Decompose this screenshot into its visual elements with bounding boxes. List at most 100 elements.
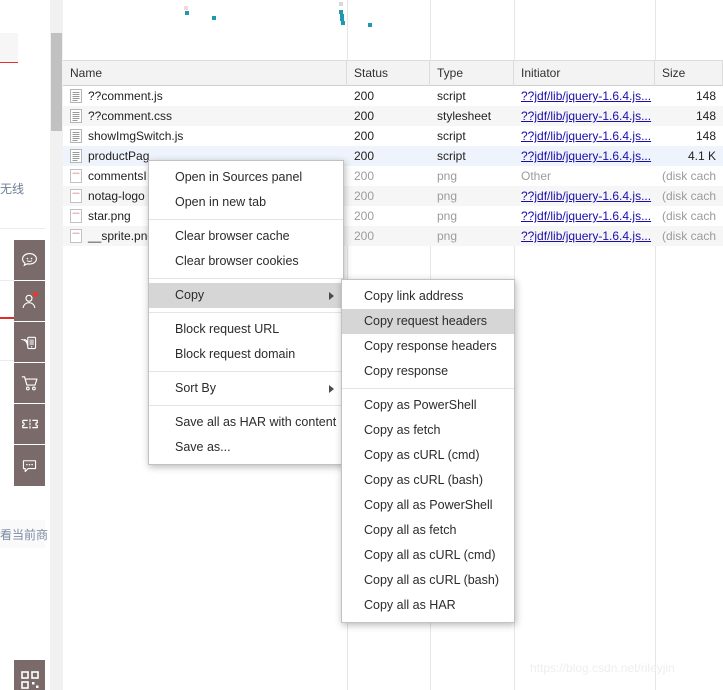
js-file-icon [70,149,82,163]
initiator-link[interactable]: ??jdf/lib/jquery-1.6.4.js... [521,129,651,143]
copy-submenu-item-copy-all-as-powershell[interactable]: Copy all as PowerShell [342,493,514,518]
context-menu-item-block-request-url[interactable]: Block request URL [149,317,343,342]
overview-column-separator [430,0,431,60]
request-name: productPag [88,149,150,163]
cell-size: (disk cach [661,189,716,203]
copy-submenu-item-copy-as-powershell[interactable]: Copy as PowerShell [342,393,514,418]
smiley-chat-icon [20,251,39,270]
overview-column-separator [655,0,656,60]
floating-side-rail[interactable] [14,240,45,486]
cell-type: script [437,149,466,163]
context-menu-item-open-in-new-tab[interactable]: Open in new tab [149,190,343,215]
context-menu-item-block-request-domain[interactable]: Block request domain [149,342,343,367]
menu-item-label: Open in new tab [175,195,267,209]
copy-submenu-item-copy-response[interactable]: Copy response [342,359,514,384]
image-file-icon [70,169,82,183]
notification-badge [33,292,38,297]
copy-submenu-item-copy-all-as-curl-cmd[interactable]: Copy all as cURL (cmd) [342,543,514,568]
devtools-scrollbar-thumb[interactable] [51,33,62,131]
context-menu-item-open-in-sources-panel[interactable]: Open in Sources panel [149,165,343,190]
column-header-name[interactable]: Name [63,61,347,86]
menu-item-label: Copy all as fetch [364,523,457,537]
context-menu-item-clear-browser-cookies[interactable]: Clear browser cookies [149,249,343,274]
initiator-link[interactable]: ??jdf/lib/jquery-1.6.4.js... [521,189,651,203]
context-menu-separator [149,219,343,220]
cell-size: 4.1 K [687,149,716,163]
cell-status: 200 [354,169,375,183]
cell-initiator[interactable]: ??jdf/lib/jquery-1.6.4.js... [514,226,655,246]
shopping-cart-icon [20,373,40,393]
table-row[interactable]: showImgSwitch.js 200 script ??jdf/lib/jquer… [63,126,723,146]
cell-initiator[interactable]: ??jdf/lib/jquery-1.6.4.js... [514,126,655,146]
copy-submenu-item-copy-all-as-har[interactable]: Copy all as HAR [342,593,514,618]
column-header-initiator[interactable]: Initiator [514,61,655,86]
request-name: ??comment.js [88,89,163,103]
context-menu-item-save-all-as-har-with-content[interactable]: Save all as HAR with content [149,410,343,435]
copy-submenu-item-copy-as-curl-cmd[interactable]: Copy as cURL (cmd) [342,443,514,468]
initiator-text: Other [521,169,552,183]
copy-submenu-item-copy-response-headers[interactable]: Copy response headers [342,334,514,359]
cell-initiator[interactable]: ??jdf/lib/jquery-1.6.4.js... [514,146,655,166]
table-row[interactable]: ??comment.css 200 stylesheet ??jdf/lib/jque… [63,106,723,126]
context-menu-item-sort-by[interactable]: Sort By [149,376,343,401]
menu-item-label: Sort By [175,381,216,395]
cell-initiator[interactable]: ??jdf/lib/jquery-1.6.4.js... [514,106,655,126]
overview-marker [185,11,189,15]
cell-status: 200 [354,129,375,143]
initiator-link[interactable]: ??jdf/lib/jquery-1.6.4.js... [521,209,651,223]
overview-marker [184,6,188,10]
initiator-link[interactable]: ??jdf/lib/jquery-1.6.4.js... [521,89,651,103]
menu-item-label: Copy [175,288,205,302]
cell-name[interactable]: ??comment.js [63,86,347,106]
context-menu-item-clear-browser-cache[interactable]: Clear browser cache [149,224,343,249]
cell-initiator[interactable]: Other [514,166,655,186]
cell-name[interactable]: showImgSwitch.js [63,126,347,146]
cell-status: 200 [354,209,375,223]
copy-submenu-item-copy-link-address[interactable]: Copy link address [342,284,514,309]
column-header-size[interactable]: Size [655,61,723,86]
rail-item-3[interactable] [14,363,45,404]
image-file-icon [70,189,82,203]
rail-item-5[interactable] [14,445,45,486]
qr-code-icon[interactable] [14,660,45,690]
rail-item-0[interactable] [14,240,45,281]
menu-item-label: Copy as cURL (bash) [364,473,484,487]
table-row[interactable]: ??comment.js 200 script ??jdf/lib/jquery-1.… [63,86,723,106]
cell-size: 148 [695,129,716,143]
copy-submenu-item-copy-as-fetch[interactable]: Copy as fetch [342,418,514,443]
copy-submenu[interactable]: Copy link address Copy request headers Cop… [341,279,515,623]
network-table-header[interactable]: Name Status Type Initiator Size [63,60,723,86]
network-overview-graph[interactable] [63,0,723,60]
overview-marker [212,16,216,20]
column-header-type[interactable]: Type [430,61,514,86]
cell-initiator[interactable]: ??jdf/lib/jquery-1.6.4.js... [514,86,655,106]
initiator-link[interactable]: ??jdf/lib/jquery-1.6.4.js... [521,149,651,163]
webpage-text-wireless: 无线 [0,182,25,196]
copy-submenu-item-copy-all-as-fetch[interactable]: Copy all as fetch [342,518,514,543]
context-menu-item-copy[interactable]: Copy [149,283,343,308]
copy-submenu-separator [342,388,514,389]
initiator-link[interactable]: ??jdf/lib/jquery-1.6.4.js... [521,229,651,243]
cell-status: 200 [354,149,375,163]
copy-submenu-item-copy-all-as-curl-bash[interactable]: Copy all as cURL (bash) [342,568,514,593]
cell-initiator[interactable]: ??jdf/lib/jquery-1.6.4.js... [514,186,655,206]
cell-status: 200 [354,189,375,203]
cell-name[interactable]: ??comment.css [63,106,347,126]
column-header-status[interactable]: Status [347,61,430,86]
menu-item-label: Copy request headers [364,314,487,328]
cell-type: stylesheet [437,109,492,123]
rail-item-4[interactable] [14,404,45,445]
network-context-menu[interactable]: Open in Sources panel Open in new tab Clea… [148,160,344,465]
cell-status: 200 [354,89,375,103]
menu-item-label: Copy response headers [364,339,497,353]
rail-item-2[interactable] [14,322,45,363]
webpage-divider-1 [0,228,45,229]
copy-submenu-item-copy-request-headers[interactable]: Copy request headers [342,309,514,334]
copy-submenu-item-copy-as-curl-bash[interactable]: Copy as cURL (bash) [342,468,514,493]
cell-initiator[interactable]: ??jdf/lib/jquery-1.6.4.js... [514,206,655,226]
context-menu-item-save-as[interactable]: Save as... [149,435,343,460]
request-name: showImgSwitch.js [88,129,184,143]
initiator-link[interactable]: ??jdf/lib/jquery-1.6.4.js... [521,109,651,123]
webpage-panel-top [0,33,18,63]
rail-item-1[interactable] [14,281,45,322]
